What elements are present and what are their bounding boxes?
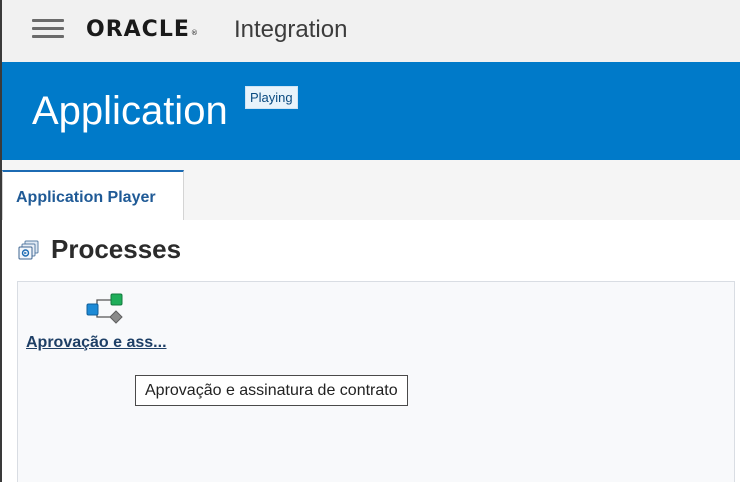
processes-stack-icon	[18, 240, 39, 260]
window-edge	[0, 0, 2, 482]
tab-strip: Application Player	[0, 160, 740, 220]
hamburger-menu-icon[interactable]	[32, 19, 64, 39]
banner-title: Application	[32, 89, 228, 133]
tab-application-player[interactable]: Application Player	[2, 170, 184, 220]
oracle-logo-text: ORACLE	[86, 17, 190, 42]
top-bar: ORACLE® Integration	[0, 0, 740, 62]
application-banner: Application Playing	[0, 62, 740, 160]
oracle-logo: ORACLE®	[86, 16, 199, 44]
app-window: ORACLE® Integration Application Playing …	[0, 0, 740, 482]
process-flow-icon[interactable]	[86, 290, 124, 326]
registered-mark: ®	[190, 29, 199, 37]
processes-heading: Processes	[51, 234, 182, 264]
process-link-aprovacao[interactable]: Aprovação e ass...	[26, 333, 167, 353]
process-tooltip: Aprovação e assinatura de contrato	[135, 375, 408, 406]
tab-label: Application Player	[16, 189, 156, 206]
status-badge: Playing	[245, 86, 298, 109]
product-name: Integration	[234, 16, 348, 43]
